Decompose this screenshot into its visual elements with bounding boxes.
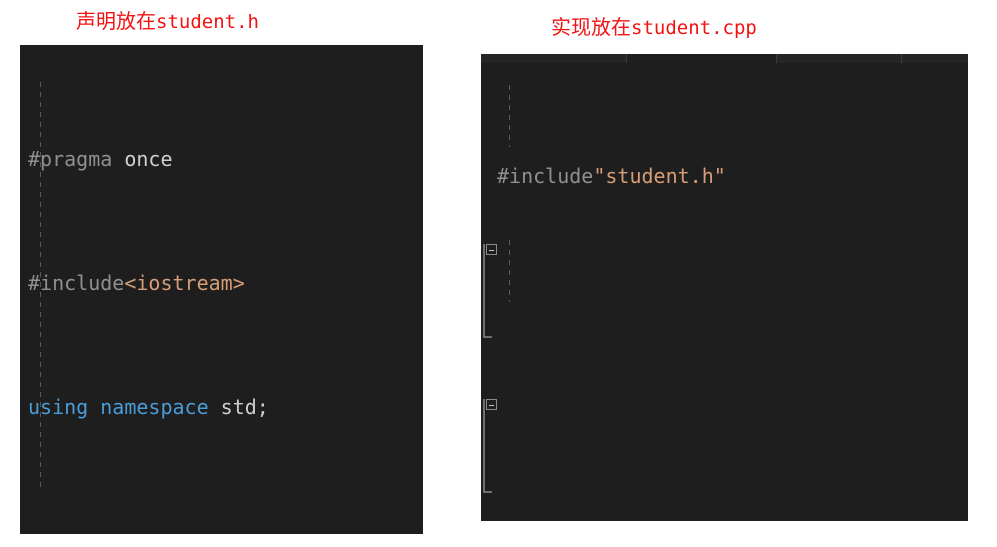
source-caption-filename: student.cpp — [631, 17, 757, 39]
token-preprocessor: #include — [28, 271, 125, 295]
source-caption-chinese: 实现放在 — [551, 15, 631, 39]
active-tab[interactable] — [626, 54, 776, 63]
source-file-editor[interactable]: #include"student.h" string student::show… — [481, 54, 968, 521]
code-line[interactable]: using namespace std; — [28, 392, 423, 423]
token-preprocessor: #pragma — [28, 147, 113, 171]
tab-separator — [776, 54, 777, 63]
editor-tab-bar[interactable] — [481, 54, 968, 63]
tab-separator — [901, 54, 902, 63]
source-code-area[interactable]: #include"student.h" string student::show… — [481, 68, 968, 521]
code-line[interactable]: #pragma once — [28, 144, 423, 175]
code-line-empty[interactable] — [497, 378, 968, 409]
header-file-caption: 声明放在student.h — [76, 9, 259, 34]
source-file-caption: 实现放在student.cpp — [551, 15, 757, 40]
header-file-editor[interactable]: #pragma once #include<iostream> using na… — [20, 45, 423, 534]
code-line[interactable]: #include<iostream> — [28, 268, 423, 299]
tab-separator — [626, 54, 627, 63]
code-line-empty[interactable] — [497, 471, 968, 502]
header-caption-filename: student.h — [156, 11, 259, 33]
header-caption-chinese: 声明放在 — [76, 9, 156, 33]
token-preprocessor: #include — [497, 164, 594, 188]
token-keyword: using namespace — [28, 395, 209, 419]
token-identifier: std; — [208, 395, 269, 419]
header-code-area[interactable]: #pragma once #include<iostream> using na… — [20, 51, 423, 534]
code-line-empty[interactable] — [497, 285, 968, 316]
token-include-path: <iostream> — [124, 271, 245, 295]
token-include-path: "student.h" — [593, 164, 726, 188]
token-text: once — [112, 147, 173, 171]
code-line[interactable]: #include"student.h" — [497, 161, 968, 192]
code-line-empty[interactable] — [28, 516, 423, 534]
